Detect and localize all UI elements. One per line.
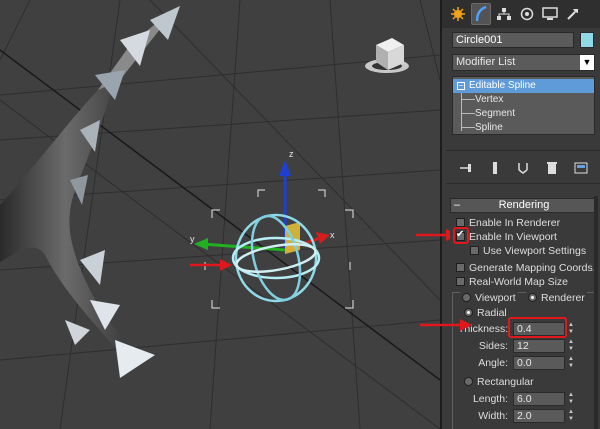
enable-in-renderer-checkbox[interactable]: Enable In Renderer bbox=[456, 217, 560, 229]
annotation-arrow-thickness bbox=[420, 319, 472, 331]
axis-y-label: y bbox=[190, 234, 195, 244]
command-panel: Circle001 Modifier List ▼ − Editable Spli… bbox=[440, 0, 600, 429]
horn-object bbox=[0, 6, 180, 378]
renderer-radio[interactable]: Renderer bbox=[526, 292, 587, 304]
axis-x-label: x bbox=[330, 230, 335, 240]
spinner-arrows-icon[interactable]: ▲ ▼ bbox=[567, 322, 575, 336]
checkbox-box[interactable] bbox=[456, 217, 465, 227]
configure-sets-icon[interactable] bbox=[574, 162, 588, 174]
radio-label: Viewport bbox=[475, 292, 516, 304]
circle-spline bbox=[231, 213, 321, 303]
rendering-rollout-title: Rendering bbox=[498, 199, 550, 211]
checkbox-label: Enable In Viewport bbox=[469, 231, 557, 243]
remove-modifier-icon[interactable] bbox=[545, 162, 559, 174]
rectangular-radio[interactable]: Rectangular bbox=[464, 376, 534, 388]
stack-item-editable-spline[interactable]: − Editable Spline bbox=[453, 79, 594, 93]
radio-button[interactable] bbox=[528, 292, 537, 302]
stack-item-vertex[interactable]: Vertex bbox=[461, 93, 503, 107]
show-end-result-icon[interactable] bbox=[488, 162, 502, 174]
highlight-box-thickness bbox=[508, 317, 567, 338]
modifier-list-label: Modifier List bbox=[456, 56, 516, 68]
spinner-arrows-icon[interactable]: ▲ ▼ bbox=[567, 356, 575, 370]
radio-button[interactable] bbox=[464, 376, 473, 386]
object-color-swatch[interactable] bbox=[580, 32, 594, 48]
use-viewport-settings-checkbox[interactable]: Use Viewport Settings bbox=[470, 245, 586, 257]
stack-item-segment[interactable]: Segment bbox=[461, 107, 515, 121]
checkbox-label: Enable In Renderer bbox=[469, 217, 561, 229]
rendering-rollout-header[interactable]: – Rendering bbox=[450, 198, 598, 213]
stack-item-label: Spline bbox=[475, 122, 503, 133]
modify-icon[interactable] bbox=[471, 3, 491, 25]
sides-label: Sides: bbox=[478, 340, 508, 352]
hierarchy-icon[interactable] bbox=[494, 3, 514, 25]
angle-spinner[interactable]: 0.0 bbox=[513, 356, 565, 370]
checkbox-label: Real-World Map Size bbox=[469, 276, 569, 288]
spinner-arrows-icon[interactable]: ▲ ▼ bbox=[567, 339, 575, 353]
radio-label: Rectangular bbox=[477, 376, 534, 388]
utilities-icon[interactable] bbox=[563, 3, 583, 25]
viewport-scene: z y x bbox=[0, 0, 440, 429]
rollout-collapse-icon: – bbox=[454, 199, 461, 211]
chevron-down-icon[interactable]: ▼ bbox=[580, 55, 594, 70]
display-icon[interactable] bbox=[540, 3, 560, 25]
viewport-radio[interactable]: Viewport bbox=[460, 292, 518, 304]
modifier-list-dropdown[interactable]: Modifier List ▼ bbox=[452, 54, 595, 71]
checkbox-label: Generate Mapping Coords. bbox=[469, 262, 596, 274]
checkbox-box[interactable] bbox=[456, 262, 465, 272]
enable-in-viewport-checkbox[interactable]: Enable In Viewport bbox=[456, 229, 557, 243]
width-spinner[interactable]: 2.0 bbox=[513, 409, 565, 423]
width-label: Width: bbox=[478, 410, 508, 422]
length-label: Length: bbox=[472, 393, 508, 405]
stack-tools bbox=[452, 160, 595, 176]
highlight-box-enable-viewport bbox=[453, 227, 469, 244]
real-world-map-checkbox[interactable]: Real-World Map Size bbox=[456, 276, 568, 288]
checkbox-box[interactable] bbox=[456, 276, 465, 286]
radio-label: Renderer bbox=[541, 292, 585, 304]
axis-z-label: z bbox=[289, 149, 294, 159]
angle-label: Angle: bbox=[478, 357, 508, 369]
create-icon[interactable] bbox=[448, 3, 468, 25]
spinner-arrows-icon[interactable]: ▲ ▼ bbox=[567, 392, 575, 406]
annotation-arrow-viewport-checkbox bbox=[416, 229, 450, 241]
stack-item-spline[interactable]: Spline bbox=[461, 121, 503, 135]
checkbox-box[interactable] bbox=[470, 245, 479, 255]
length-spinner[interactable]: 6.0 bbox=[513, 392, 565, 406]
viewcube-icon bbox=[365, 38, 409, 73]
collapse-icon[interactable]: − bbox=[457, 82, 465, 90]
make-unique-icon[interactable] bbox=[516, 162, 530, 174]
pin-stack-icon[interactable] bbox=[459, 162, 473, 174]
modifier-stack: − Editable Spline Vertex Segment Spline bbox=[452, 76, 595, 135]
stack-item-label: Editable Spline bbox=[469, 80, 536, 91]
spinner-arrows-icon[interactable]: ▲ ▼ bbox=[567, 409, 575, 423]
generate-mapping-checkbox[interactable]: Generate Mapping Coords. bbox=[456, 262, 596, 274]
command-panel-tabs bbox=[442, 0, 600, 28]
perspective-viewport[interactable]: z y x bbox=[0, 0, 440, 429]
motion-icon[interactable] bbox=[517, 3, 537, 25]
stack-item-label: Segment bbox=[475, 108, 516, 119]
stack-item-label: Vertex bbox=[475, 94, 504, 105]
object-name-field[interactable]: Circle001 bbox=[452, 32, 574, 48]
sides-spinner[interactable]: 12 bbox=[513, 339, 565, 353]
radio-button[interactable] bbox=[462, 292, 471, 302]
checkbox-label: Use Viewport Settings bbox=[483, 245, 587, 257]
panel-scrollbar[interactable] bbox=[594, 196, 598, 429]
